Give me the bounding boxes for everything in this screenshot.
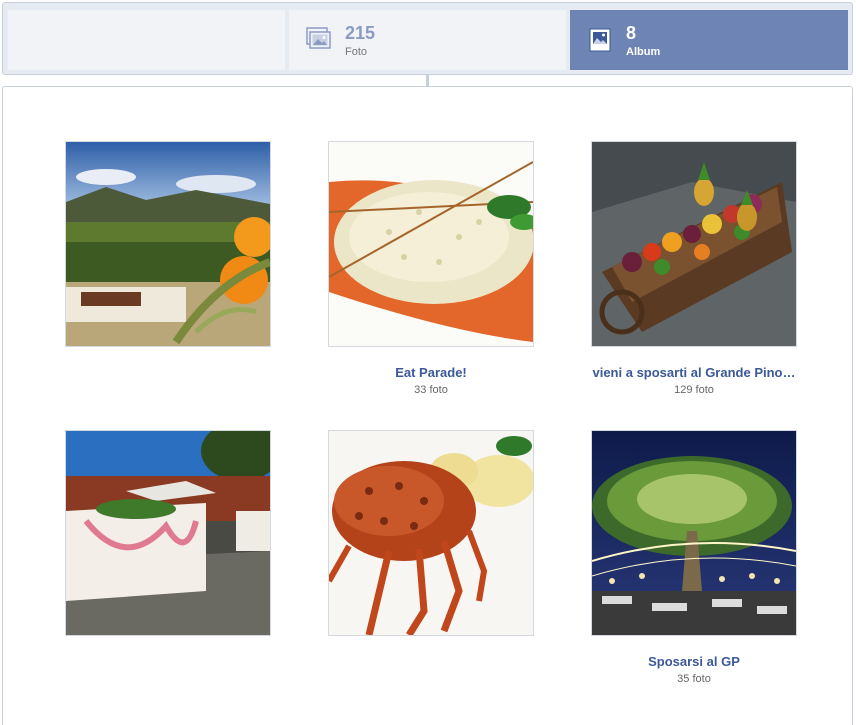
album-cover-image xyxy=(329,142,533,346)
album-item: vieni a sposarti al Grande Pino… 129 fot… xyxy=(574,141,814,397)
photos-label: Foto xyxy=(345,46,368,58)
album-item xyxy=(311,430,551,657)
album-cover[interactable] xyxy=(65,141,271,347)
album-cover[interactable] xyxy=(65,430,271,636)
album-item xyxy=(48,430,288,657)
album-photo-count: 129 foto xyxy=(674,384,714,396)
album-cover-image xyxy=(66,431,270,635)
album-cover-image xyxy=(592,142,796,346)
album-cover[interactable] xyxy=(591,141,797,347)
tab-connector xyxy=(426,75,429,86)
album-item xyxy=(48,141,288,368)
album-photo-count: 33 foto xyxy=(414,384,448,396)
album-cover[interactable] xyxy=(328,430,534,636)
albums-grid: Eat Parade! 33 foto vieni a sposarti al … xyxy=(2,86,853,725)
album-cover[interactable] xyxy=(328,141,534,347)
tab-photos[interactable]: 215 Foto xyxy=(289,10,566,70)
album-cover-image xyxy=(592,431,796,635)
photos-count: 215 xyxy=(345,23,376,43)
album-item: Sposarsi al GP 35 foto xyxy=(574,430,814,686)
album-cover-image xyxy=(66,142,270,346)
album-cover[interactable] xyxy=(591,430,797,636)
photos-stack-icon xyxy=(306,27,331,49)
album-item: Eat Parade! 33 foto xyxy=(311,141,551,397)
tab-albums[interactable]: 8 Album xyxy=(570,10,848,70)
album-title[interactable]: Eat Parade! xyxy=(311,365,551,381)
albums-count: 8 xyxy=(626,23,637,43)
album-cover-image xyxy=(329,431,533,635)
albums-label: Album xyxy=(626,46,661,58)
tab-placeholder xyxy=(8,10,285,70)
album-icon xyxy=(589,28,611,52)
album-tabs-bar: 215 Foto 8 Album xyxy=(2,2,853,75)
album-title[interactable]: Sposarsi al GP xyxy=(574,654,814,670)
album-photo-count: 35 foto xyxy=(677,673,711,685)
album-title[interactable]: vieni a sposarti al Grande Pino… xyxy=(574,365,814,381)
